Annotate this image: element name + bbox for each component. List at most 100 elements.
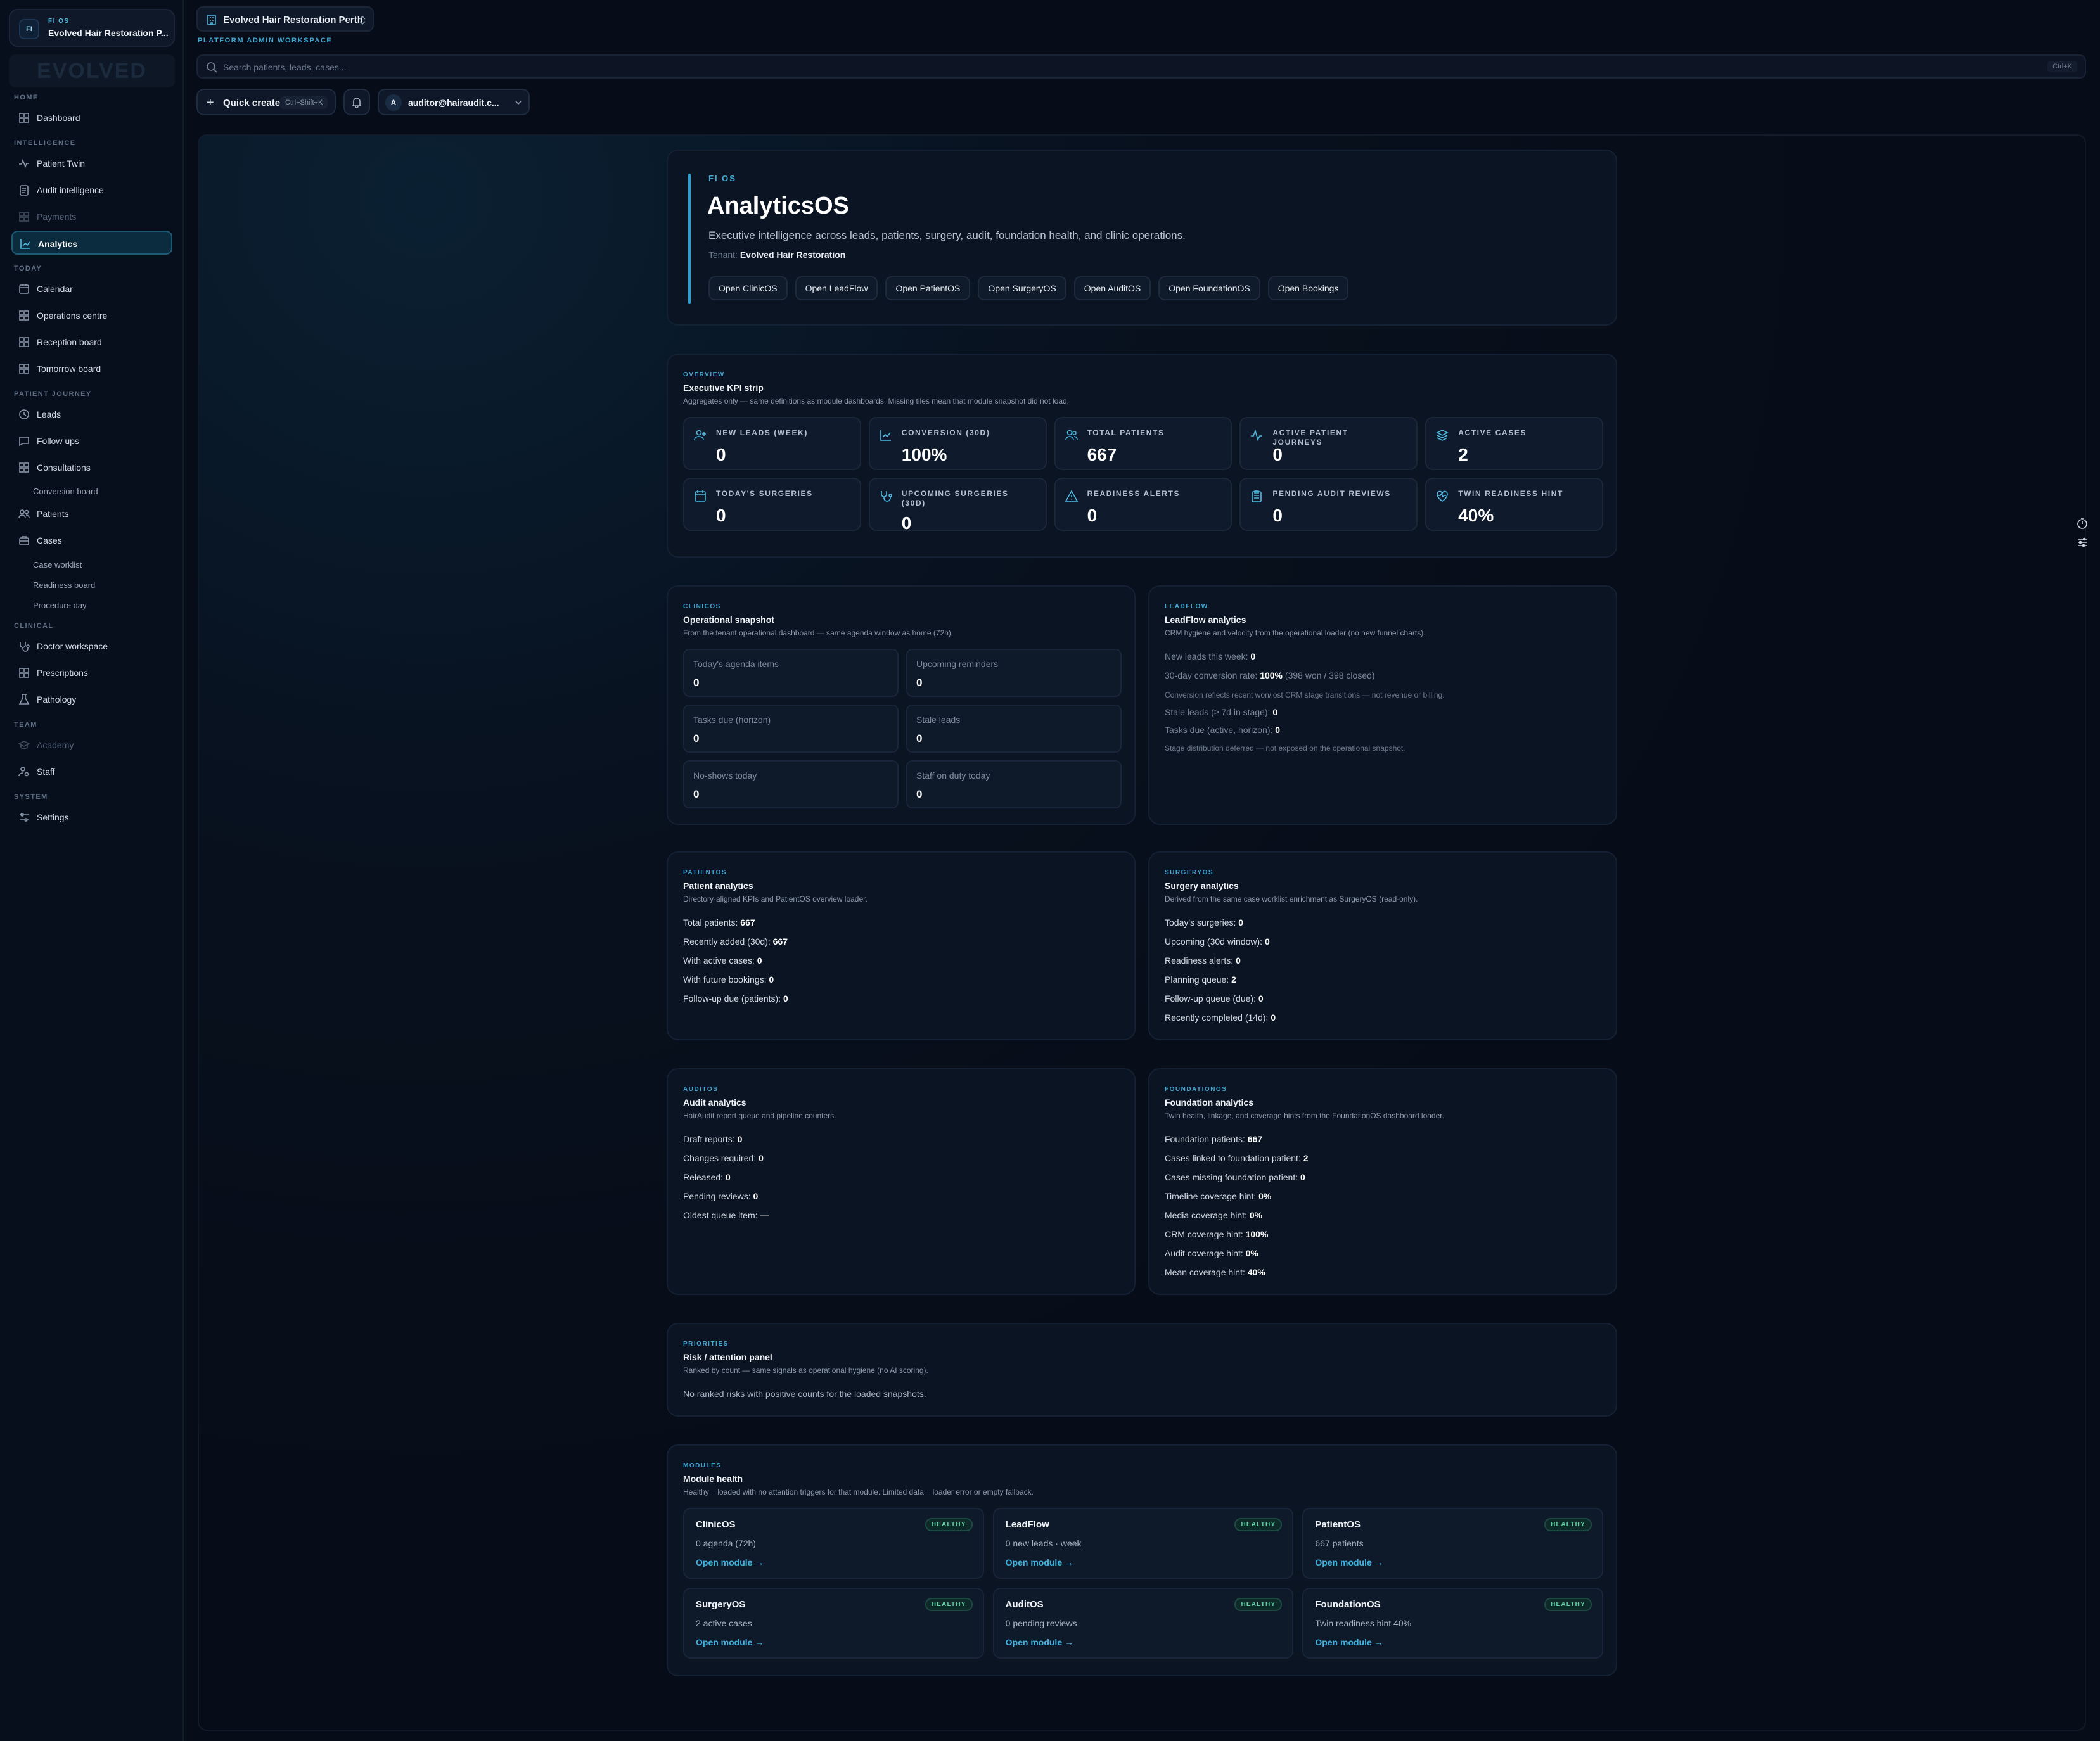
chart-icon [20,239,30,249]
sidebar-item-audit-intelligence[interactable]: Audit intelligence [11,178,172,202]
sidebar-item-doctor-workspace[interactable]: Doctor workspace [11,634,172,658]
sidebar-subitem-case-worklist[interactable]: Case worklist [33,560,82,570]
sidebar-item-academy[interactable]: Academy [11,733,172,757]
sidebar-item-label: Payments [37,212,77,222]
sidebar-item-reception-board[interactable]: Reception board [11,330,172,354]
kpi-label: CONVERSION (30D) [901,428,990,437]
open-auditos-button[interactable]: Open AuditOS [1073,276,1151,300]
section-subtitle: Directory-aligned KPIs and PatientOS ove… [683,895,868,903]
global-search[interactable]: Search patients, leads, cases... Ctrl+K [196,54,2086,79]
ops-grid: Today's agenda items 0 Upcoming reminders… [683,649,1122,808]
metric-value: 0 [1258,993,1264,1004]
sidebar-item-operations-centre[interactable]: Operations centre [11,303,172,328]
surgeryos-card: SURGERYOS Surgery analytics Derived from… [1148,851,1617,1040]
search-input[interactable]: Search patients, leads, cases... [223,62,347,72]
metric-label: Oldest queue item: [683,1210,758,1220]
sidebar-item-calendar[interactable]: Calendar [11,277,172,301]
sidebar-item-settings[interactable]: Settings [11,805,172,829]
sidebar-item-label: Leads [37,409,61,419]
metric-label: Media coverage hint: [1165,1210,1247,1220]
kpi-value: 0 [1087,506,1098,525]
section-title: Executive KPI strip [683,383,764,393]
grid-icon [19,113,29,123]
metric-row: Follow-up queue (due): 0 [1165,993,1264,1004]
open-foundationos-button[interactable]: Open FoundationOS [1158,276,1260,300]
kpi-grid: NEW LEADS (WEEK) 0 CONVERSION (30D) 100%… [683,417,1603,533]
sidebar-subitem-readiness-board[interactable]: Readiness board [33,580,95,590]
open-module-link[interactable]: Open module → [696,1557,764,1567]
workspace-switcher[interactable]: Evolved Hair Restoration Perth [196,6,374,32]
sidebar-item-staff[interactable]: Staff [11,760,172,784]
sidebar-item-cases[interactable]: Cases [11,528,172,552]
tenant-switcher[interactable]: FI FI OS Evolved Hair Restoration P... [9,9,175,47]
section-kicker: CLINICOS [683,603,721,610]
sliders-icon[interactable] [2076,536,2089,549]
module-name: ClinicOS [696,1519,736,1530]
metric-label: Total patients: [683,917,738,928]
section-kicker: MODULES [683,1462,722,1469]
open-module-link[interactable]: Open module → [1315,1637,1383,1647]
kpi-value: 0 [1272,445,1283,464]
sidebar-item-patients[interactable]: Patients [11,502,172,526]
sidebar-item-consultations[interactable]: Consultations [11,456,172,480]
ops-tile-reminders: Upcoming reminders 0 [906,649,1122,697]
module-name: LeadFlow [1005,1519,1049,1530]
timer-icon[interactable] [2076,517,2089,530]
quick-create-button[interactable]: + Quick create Ctrl+Shift+K [196,89,336,115]
ops-tile-tasks-due: Tasks due (horizon) 0 [683,705,899,753]
hero-kicker: FI OS [708,174,736,183]
sidebar-item-dashboard[interactable]: Dashboard [11,106,172,130]
sidebar-item-label: Follow ups [37,436,79,446]
metric-label: CRM coverage hint: [1165,1229,1243,1239]
grid-icon [19,364,29,374]
sidebar-item-leads[interactable]: Leads [11,402,172,426]
kpi-label: NEW LEADS (WEEK) [716,428,808,437]
sidebar-item-follow-ups[interactable]: Follow ups [11,429,172,453]
metric-value: 0 [1238,917,1244,928]
section-title: Surgery analytics [1165,881,1239,891]
open-module-link[interactable]: Open module → [1315,1557,1383,1567]
metric-label: Released: [683,1172,724,1182]
open-module-link[interactable]: Open module → [696,1637,764,1647]
sidebar-subitem-conversion-board[interactable]: Conversion board [33,487,98,496]
clock-icon [19,409,29,419]
sidebar-item-label: Academy [37,740,74,750]
open-surgeryos-button[interactable]: Open SurgeryOS [978,276,1066,300]
metric-value: 0 [725,1172,731,1182]
open-module-link[interactable]: Open module → [1006,1557,1073,1567]
sidebar-item-pathology[interactable]: Pathology [11,687,172,711]
section-kicker: PATIENTOS [683,869,727,876]
notifications-button[interactable] [343,89,370,115]
sidebar-item-tomorrow-board[interactable]: Tomorrow board [11,357,172,381]
open-clinicos-button[interactable]: Open ClinicOS [708,276,788,300]
open-leadflow-button[interactable]: Open LeadFlow [795,276,878,300]
ops-value: 0 [693,677,700,689]
sidebar-subitem-procedure-day[interactable]: Procedure day [33,601,87,610]
sidebar-item-prescriptions[interactable]: Prescriptions [11,661,172,685]
section-kicker: PRIORITIES [683,1341,729,1348]
sidebar-item-payments[interactable]: Payments [11,205,172,229]
sidebar-item-label: Analytics [38,239,78,249]
metric-value: 667 [772,936,788,947]
module-tile-surgeryos: SurgeryOS HEALTHY 2 active cases Open mo… [683,1588,984,1659]
metric-value: 0 [757,955,762,966]
tenant-badge: FI [19,19,39,39]
conversion-note: Conversion reflects recent won/lost CRM … [1165,691,1445,699]
metric-value: 0 [769,974,774,985]
kpi-tile-total-patients: TOTAL PATIENTS 667 [1054,417,1232,470]
sidebar-item-patient-twin[interactable]: Patient Twin [11,151,172,175]
module-health-card: MODULES Module health Healthy = loaded w… [667,1444,1617,1676]
metric-row: Draft reports: 0 [683,1134,742,1144]
sidebar-item-analytics[interactable]: Analytics [11,231,172,255]
open-patientos-button[interactable]: Open PatientOS [885,276,971,300]
kpi-value: 0 [716,506,726,525]
status-badge: HEALTHY [925,1518,973,1531]
calendar-icon [19,284,29,294]
open-module-link[interactable]: Open module → [1006,1637,1073,1647]
user-menu[interactable]: A auditor@hairaudit.c... [378,89,530,115]
kpi-tile-active-journeys: ACTIVE PATIENT JOURNEYS 0 [1239,417,1418,470]
metric-label: Recently added (30d): [683,936,771,947]
open-bookings-button[interactable]: Open Bookings [1267,276,1349,300]
chevron-down-icon [515,101,522,105]
nav-section-patient-journey: PATIENT JOURNEY [14,390,92,398]
